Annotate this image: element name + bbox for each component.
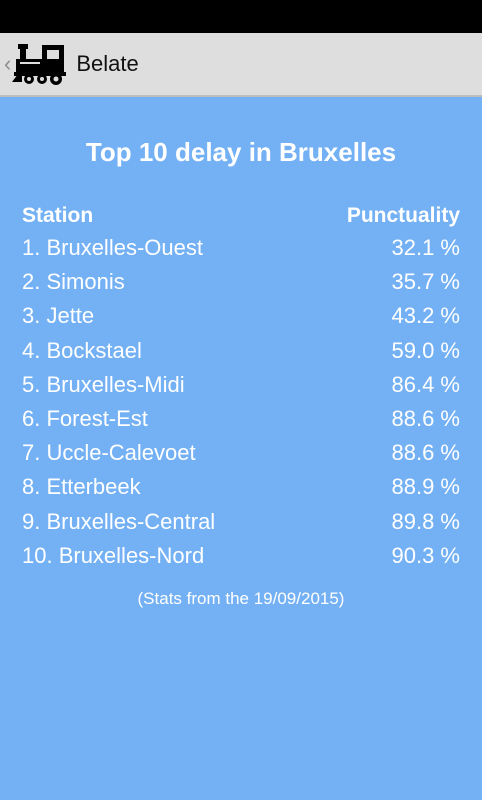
station-name: 1. Bruxelles-Ouest [22, 235, 203, 260]
train-icon [12, 44, 67, 85]
table-row: 3. Jette 43.2 % [22, 301, 460, 335]
up-navigation-button[interactable]: ‹ [0, 33, 68, 95]
station-name: 10. Bruxelles-Nord [22, 542, 205, 568]
delay-table: Station Punctuality 1. Bruxelles-Ouest 3… [22, 203, 460, 575]
app-title: Belate [76, 51, 139, 76]
page-title: Top 10 delay in Bruxelles [85, 137, 397, 167]
table-row: 4. Bockstael 59.0 % [22, 336, 460, 370]
table-row: 6. Forest-Est 88.6 % [22, 404, 460, 438]
station-column-header: Station [22, 204, 94, 227]
station-name: 9. Bruxelles-Central [22, 508, 216, 534]
station-name: 8. Etterbeek [22, 474, 141, 500]
station-name: 6. Forest-Est [22, 405, 148, 431]
punctuality-value: 59.0 % [391, 337, 461, 363]
punctuality-value: 32.1 % [391, 235, 461, 260]
table-row: 10. Bruxelles-Nord 90.3 % [22, 541, 460, 575]
punctuality-value: 89.8 % [391, 508, 461, 534]
station-name: 3. Jette [22, 303, 95, 329]
table-row: 9. Bruxelles-Central 89.8 % [22, 507, 460, 541]
punctuality-value: 43.2 % [391, 303, 461, 329]
chevron-left-icon: ‹ [4, 51, 12, 76]
punctuality-value: 35.7 % [391, 269, 461, 295]
punctuality-value: 88.6 % [391, 440, 461, 466]
table-row: 7. Uccle-Calevoet 88.6 % [22, 438, 460, 472]
station-name: 2. Simonis [22, 269, 125, 295]
punctuality-value: 88.9 % [391, 474, 461, 500]
main-content: Top 10 delay in Bruxelles Station Punctu… [0, 97, 482, 800]
punctuality-column-header: Punctuality [346, 204, 460, 227]
punctuality-value: 86.4 % [391, 371, 461, 397]
stats-date-note: (Stats from the 19/09/2015) [137, 589, 345, 608]
table-row: 2. Simonis 35.7 % [22, 267, 460, 301]
table-row: 1. Bruxelles-Ouest 32.1 % [22, 233, 460, 267]
action-bar: ‹ Belate [0, 33, 482, 97]
punctuality-value: 88.6 % [391, 405, 461, 431]
station-name: 4. Bockstael [22, 337, 142, 363]
table-row: 8. Etterbeek 88.9 % [22, 472, 460, 506]
table-header: Station Punctuality [22, 203, 460, 233]
punctuality-value: 90.3 % [391, 542, 461, 568]
station-name: 7. Uccle-Calevoet [22, 440, 196, 466]
table-row: 5. Bruxelles-Midi 86.4 % [22, 370, 460, 404]
status-bar [0, 0, 482, 33]
station-name: 5. Bruxelles-Midi [22, 371, 185, 397]
